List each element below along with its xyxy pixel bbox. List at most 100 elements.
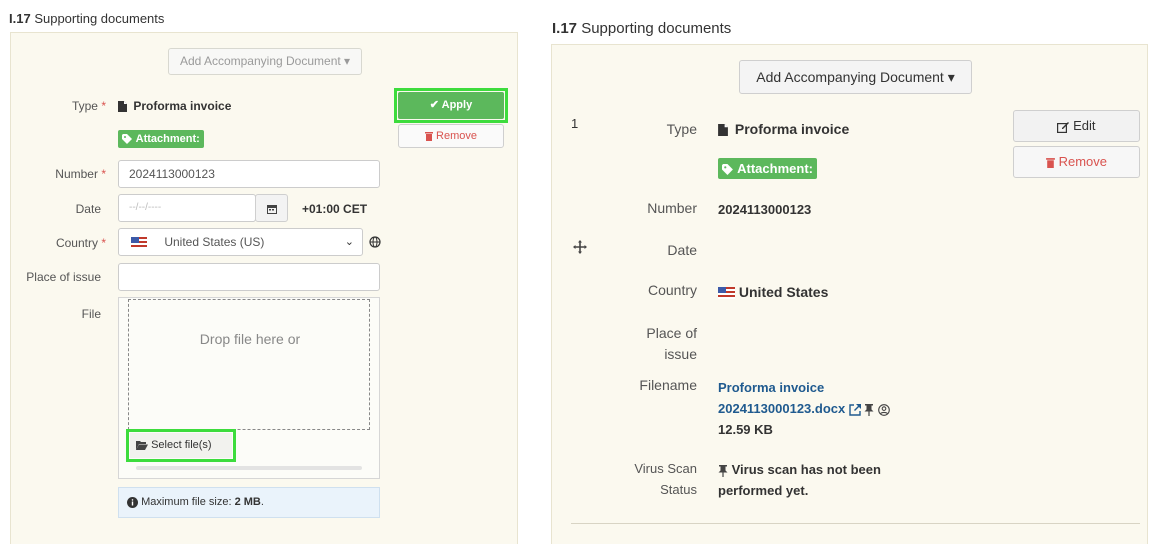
remove-button[interactable]: Remove: [1013, 146, 1140, 178]
country-value-text: United States: [738, 284, 829, 300]
virus-scan-text-line1: Virus scan has not been: [731, 462, 881, 477]
date-label-text: Date: [75, 202, 101, 216]
select-files-button[interactable]: Select file(s): [130, 433, 232, 458]
drop-zone[interactable]: Drop file here or: [128, 299, 370, 430]
type-value-text: Proforma invoice: [734, 121, 850, 137]
file-icon: [718, 124, 728, 137]
required-mark: *: [101, 167, 106, 181]
left-section-title-text: Supporting documents: [34, 11, 165, 26]
max-file-size-info: Maximum file size: 2 MB.: [118, 487, 380, 518]
country-label-text: Country: [647, 282, 697, 298]
pin-icon: [864, 403, 874, 416]
max-file-size-prefix: Maximum file size:: [141, 496, 232, 508]
date-input-placeholder: --/--/----: [129, 202, 162, 213]
right-document-view: Add Accompanying Document ▾ 1 Type Profo…: [551, 44, 1148, 544]
remove-button-label: Remove: [1058, 154, 1108, 169]
country-value: United States: [718, 284, 828, 300]
remove-button-label: Remove: [436, 130, 478, 142]
select-files-label: Select file(s): [151, 439, 212, 451]
document-row-index: 1: [571, 116, 579, 131]
external-link-icon[interactable]: [849, 403, 861, 416]
date-label: Date: [11, 202, 101, 216]
us-flag-icon: [718, 287, 735, 300]
attachment-badge: Attachment:: [718, 158, 817, 179]
country-select-value: United States (US): [164, 235, 265, 249]
required-mark: *: [101, 99, 106, 113]
apply-button-label: ✔ Apply: [429, 99, 473, 111]
number-label-text: Number: [647, 200, 697, 216]
us-flag-icon: [131, 237, 147, 249]
folder-open-icon: [136, 440, 148, 450]
country-label: Country *: [11, 236, 106, 250]
place-of-issue-input[interactable]: [118, 263, 380, 291]
edit-icon: [1057, 121, 1070, 133]
date-label-text: Date: [667, 242, 697, 258]
country-label: Country: [612, 282, 697, 298]
add-accompanying-document-label: Add Accompanying Document ▾: [756, 69, 955, 85]
attachment-badge-text: Attachment:: [135, 133, 200, 145]
tag-icon: [722, 164, 733, 176]
upload-progress-track: [136, 466, 362, 470]
required-mark: *: [101, 236, 106, 250]
type-value: Proforma invoice: [718, 121, 849, 137]
edit-button-label: Edit: [1073, 118, 1096, 133]
calendar-icon: [266, 204, 277, 214]
add-accompanying-document-button[interactable]: Add Accompanying Document ▾: [168, 48, 362, 75]
virus-scan-text-line2: performed yet.: [718, 483, 809, 498]
apply-button[interactable]: ✔ Apply: [398, 92, 504, 119]
file-label: File: [11, 307, 101, 321]
add-accompanying-document-label: Add Accompanying Document ▾: [179, 54, 351, 68]
virus-scan-label-line2: Status: [660, 482, 697, 497]
globe-icon[interactable]: [369, 236, 381, 251]
right-section-title-text: Supporting documents: [581, 20, 732, 37]
filename-link-line1[interactable]: Proforma invoice: [718, 377, 890, 398]
virus-scan-label-line1: Virus Scan: [634, 461, 697, 476]
file-size: 12.59 KB: [718, 422, 773, 437]
divider: [571, 523, 1140, 524]
info-icon: [127, 496, 138, 508]
timezone-text: +01:00 CET: [302, 202, 367, 216]
place-of-issue-label-line1: Place of: [646, 325, 697, 341]
type-label-text: Type: [666, 121, 697, 137]
trash-icon: [1046, 158, 1055, 169]
calendar-button[interactable]: [255, 194, 288, 222]
date-label: Date: [612, 242, 697, 258]
filename-link-line2[interactable]: 2024113000123.docx: [718, 401, 845, 416]
right-section-title: I.17 Supporting documents: [552, 20, 731, 37]
timezone-value: +01:00 CET: [302, 202, 368, 216]
tag-icon: [122, 134, 132, 145]
type-value: Proforma invoice: [118, 99, 231, 113]
edit-button[interactable]: Edit: [1013, 110, 1140, 142]
type-label-text: Type: [71, 99, 98, 113]
place-of-issue-label: Place of issue: [11, 270, 101, 284]
pin-icon: [718, 464, 728, 477]
number-label-text: Number: [55, 167, 98, 181]
place-of-issue-label: Place of issue: [612, 323, 697, 365]
move-icon[interactable]: [573, 240, 587, 257]
type-value-text: Proforma invoice: [133, 99, 232, 113]
filename-label: Filename: [612, 377, 697, 393]
virus-scan-status-value: Virus scan has not been performed yet.: [718, 459, 881, 501]
number-label: Number: [612, 200, 697, 216]
number-input[interactable]: 2024113000123: [118, 160, 380, 188]
user-circle-icon: [878, 403, 890, 416]
right-section-number: I.17: [552, 20, 578, 37]
add-accompanying-document-button[interactable]: Add Accompanying Document ▾: [739, 60, 972, 94]
number-value: 2024113000123: [718, 202, 812, 217]
place-of-issue-label-line2: issue: [664, 346, 697, 362]
attachment-badge-text: Attachment:: [737, 161, 813, 176]
type-label: Type *: [11, 99, 106, 113]
remove-button[interactable]: Remove: [398, 124, 504, 148]
file-upload-area: Drop file here or Select file(s): [118, 297, 380, 479]
country-select[interactable]: United States (US) ⌄: [118, 228, 363, 256]
place-of-issue-label-text: Place of issue: [26, 270, 101, 284]
chevron-down-icon: ⌄: [344, 236, 354, 248]
country-label-text: Country: [55, 236, 98, 250]
number-label: Number *: [11, 167, 106, 181]
date-input[interactable]: --/--/----: [118, 194, 256, 222]
left-section-number: I.17: [9, 11, 31, 26]
file-icon: [118, 101, 127, 113]
max-file-size-value: 2 MB: [234, 496, 261, 508]
left-document-form: Add Accompanying Document ▾ Type * Profo…: [10, 32, 518, 544]
drop-zone-text: Drop file here or: [199, 331, 301, 347]
